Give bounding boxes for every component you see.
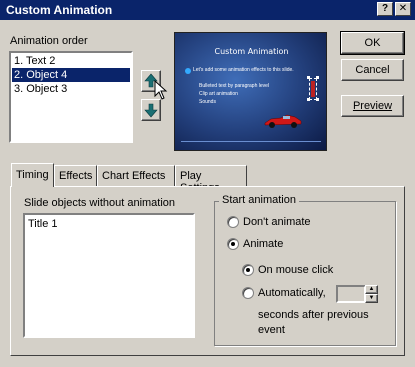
on-mouse-click-radio[interactable] (242, 264, 254, 276)
seconds-after-label: seconds after previous (258, 309, 369, 321)
handle (316, 98, 319, 101)
radio-dot (231, 242, 235, 246)
close-button[interactable]: ✕ (395, 2, 411, 16)
cancel-button[interactable]: Cancel (341, 59, 404, 81)
seconds-input[interactable] (336, 285, 366, 303)
list-item[interactable]: 3. Object 3 (12, 82, 130, 96)
animation-order-list[interactable]: 1. Text 2 2. Object 4 3. Object 3 (9, 51, 133, 143)
list-item[interactable]: Title 1 (26, 217, 192, 231)
tab-effects[interactable]: Effects (54, 165, 97, 186)
automatically-label: Automatically, (258, 287, 326, 299)
preview-sub-3: Sounds (199, 99, 216, 105)
race-car-icon (264, 114, 302, 128)
dont-animate-label: Don't animate (243, 216, 311, 228)
animate-radio[interactable] (227, 238, 239, 250)
list-item-selected[interactable]: 2. Object 4 (12, 68, 130, 82)
title-bar: Custom Animation (0, 0, 415, 20)
handle (316, 76, 319, 79)
traffic-light-icon (311, 81, 315, 97)
ok-button[interactable]: OK (340, 31, 405, 55)
slide-preview: Custom Animation Let's add some animatio… (174, 32, 327, 151)
mouse-pointer-icon (154, 80, 168, 100)
spin-up-icon: ▲ (368, 286, 375, 292)
preview-sub-2: Clip art animation (199, 91, 238, 97)
spin-down-icon: ▼ (368, 295, 375, 301)
radio-dot (246, 268, 250, 272)
automatically-radio[interactable] (242, 287, 254, 299)
on-mouse-click-label: On mouse click (258, 264, 334, 276)
help-icon: ? (381, 3, 389, 14)
event-label: event (258, 324, 285, 336)
animation-order-label: Animation order (10, 35, 88, 47)
handle (307, 76, 310, 79)
footer-line (181, 141, 321, 142)
slide-objects-label: Slide objects without animation (24, 197, 176, 209)
start-animation-label: Start animation (219, 194, 299, 206)
tab-chart-effects[interactable]: Chart Effects (97, 165, 175, 186)
tab-play-settings[interactable]: Play Settings (175, 165, 247, 194)
spin-down-button[interactable]: ▼ (365, 294, 378, 303)
move-down-button[interactable] (141, 99, 161, 121)
list-item[interactable]: 1. Text 2 (12, 54, 130, 68)
slide-objects-list[interactable]: Title 1 (23, 213, 195, 338)
preview-bullet: Let's add some animation effects to this… (193, 67, 294, 73)
tab-timing[interactable]: Timing (11, 163, 54, 187)
window-title: Custom Animation (6, 3, 113, 17)
close-icon: ✕ (398, 3, 408, 14)
preview-title: Custom Animation (214, 47, 289, 56)
help-button[interactable]: ? (377, 2, 393, 16)
dont-animate-radio[interactable] (227, 216, 239, 228)
arrow-down-icon (144, 103, 158, 118)
preview-button[interactable]: Preview (341, 95, 404, 117)
handle (307, 98, 310, 101)
preview-sub-1: Bulleted text by paragraph level (199, 83, 270, 89)
spin-up-button[interactable]: ▲ (365, 285, 378, 294)
preview-label: Preview (352, 100, 393, 112)
animate-label: Animate (243, 238, 284, 250)
bullet-icon (185, 68, 191, 74)
